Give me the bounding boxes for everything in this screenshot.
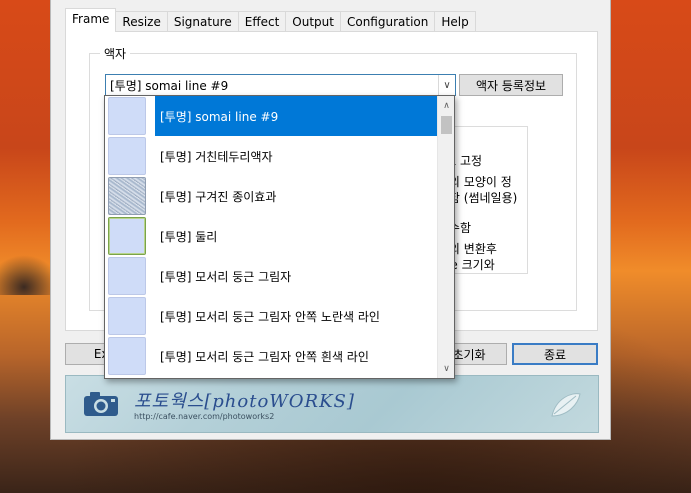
- tab-frame[interactable]: Frame: [65, 8, 117, 32]
- dropdown-item-label: [투명] 거친테두리액자: [160, 149, 273, 164]
- chevron-down-icon[interactable]: ∨: [438, 75, 455, 95]
- leaf-icon: [548, 390, 582, 423]
- camera-icon: [82, 390, 120, 421]
- frame-thumbnail: [108, 97, 146, 135]
- dropdown-item-label: [투명] 구겨진 종이효과: [160, 189, 277, 204]
- dropdown-item[interactable]: [투명] 모서리 둥근 그림자: [105, 256, 437, 296]
- dropdown-item[interactable]: [투명] 모서리 둥근 그림자 안쪽 노란색 라인: [105, 296, 437, 336]
- scrollbar-thumb[interactable]: [441, 116, 452, 134]
- dropdown-item[interactable]: [투명] 구겨진 종이효과: [105, 176, 437, 216]
- dropdown-item[interactable]: [투명] somai line #9: [105, 96, 437, 136]
- dropdown-item[interactable]: [투명] 모서리 둥근 그림자 안쪽 흰색 라인: [105, 336, 437, 376]
- tab-resize[interactable]: Resize: [115, 11, 168, 32]
- dropdown-item-label: [투명] 둘리: [160, 229, 218, 244]
- dropdown-item[interactable]: [투명] 둘리: [105, 216, 437, 256]
- tab-effect[interactable]: Effect: [237, 11, 287, 32]
- banner-url: http://cafe.naver.com/photoworks2: [134, 412, 275, 421]
- dropdown-item-label: [투명] 모서리 둥근 그림자 안쪽 흰색 라인: [160, 349, 369, 364]
- frame-thumbnail: [108, 137, 146, 175]
- dropdown-item[interactable]: [투명] 거친테두리액자: [105, 136, 437, 176]
- dropdown-item-label: [투명] 모서리 둥근 그림자: [160, 269, 292, 284]
- scroll-down-icon[interactable]: ∨: [438, 360, 454, 377]
- tab-help[interactable]: Help: [434, 11, 476, 32]
- frame-group-label: 액자: [100, 45, 131, 62]
- tab-bar: Frame Resize Signature Effect Output Con…: [65, 8, 476, 32]
- frame-select-value: [투명] somai line #9: [110, 78, 229, 93]
- dropdown-item-label: [투명] somai line #9: [155, 96, 437, 136]
- banner-title: 포토웍스[photoWORKS]: [134, 391, 355, 412]
- frame-register-button[interactable]: 액자 등록정보: [459, 74, 563, 96]
- dropdown-item-label: [투명] 모서리 둥근 그림자 안쪽 노란색 라인: [160, 309, 380, 324]
- tab-configuration[interactable]: Configuration: [339, 11, 436, 32]
- frame-thumbnail: [108, 297, 146, 335]
- tab-signature[interactable]: Signature: [166, 11, 239, 32]
- frame-thumbnail: [108, 337, 146, 375]
- dropdown-scrollbar[interactable]: ∧ ∨: [437, 96, 454, 378]
- scroll-up-icon[interactable]: ∧: [438, 97, 454, 114]
- close-button[interactable]: 종료: [512, 343, 598, 365]
- frame-dropdown-list[interactable]: [투명] somai line #9 [투명] 거친테두리액자 [투명] 구겨진 종…: [104, 95, 455, 379]
- frame-thumbnail: [108, 177, 146, 215]
- photoworks-banner[interactable]: 포토웍스[photoWORKS] http://cafe.naver.com/p…: [65, 375, 599, 433]
- dropdown-items: [투명] somai line #9 [투명] 거친테두리액자 [투명] 구겨진 종…: [105, 96, 437, 378]
- frame-select-combobox[interactable]: [투명] somai line #9 ∨: [105, 74, 456, 96]
- frame-thumbnail: [108, 217, 146, 255]
- tab-output[interactable]: Output: [285, 11, 341, 32]
- frame-thumbnail: [108, 257, 146, 295]
